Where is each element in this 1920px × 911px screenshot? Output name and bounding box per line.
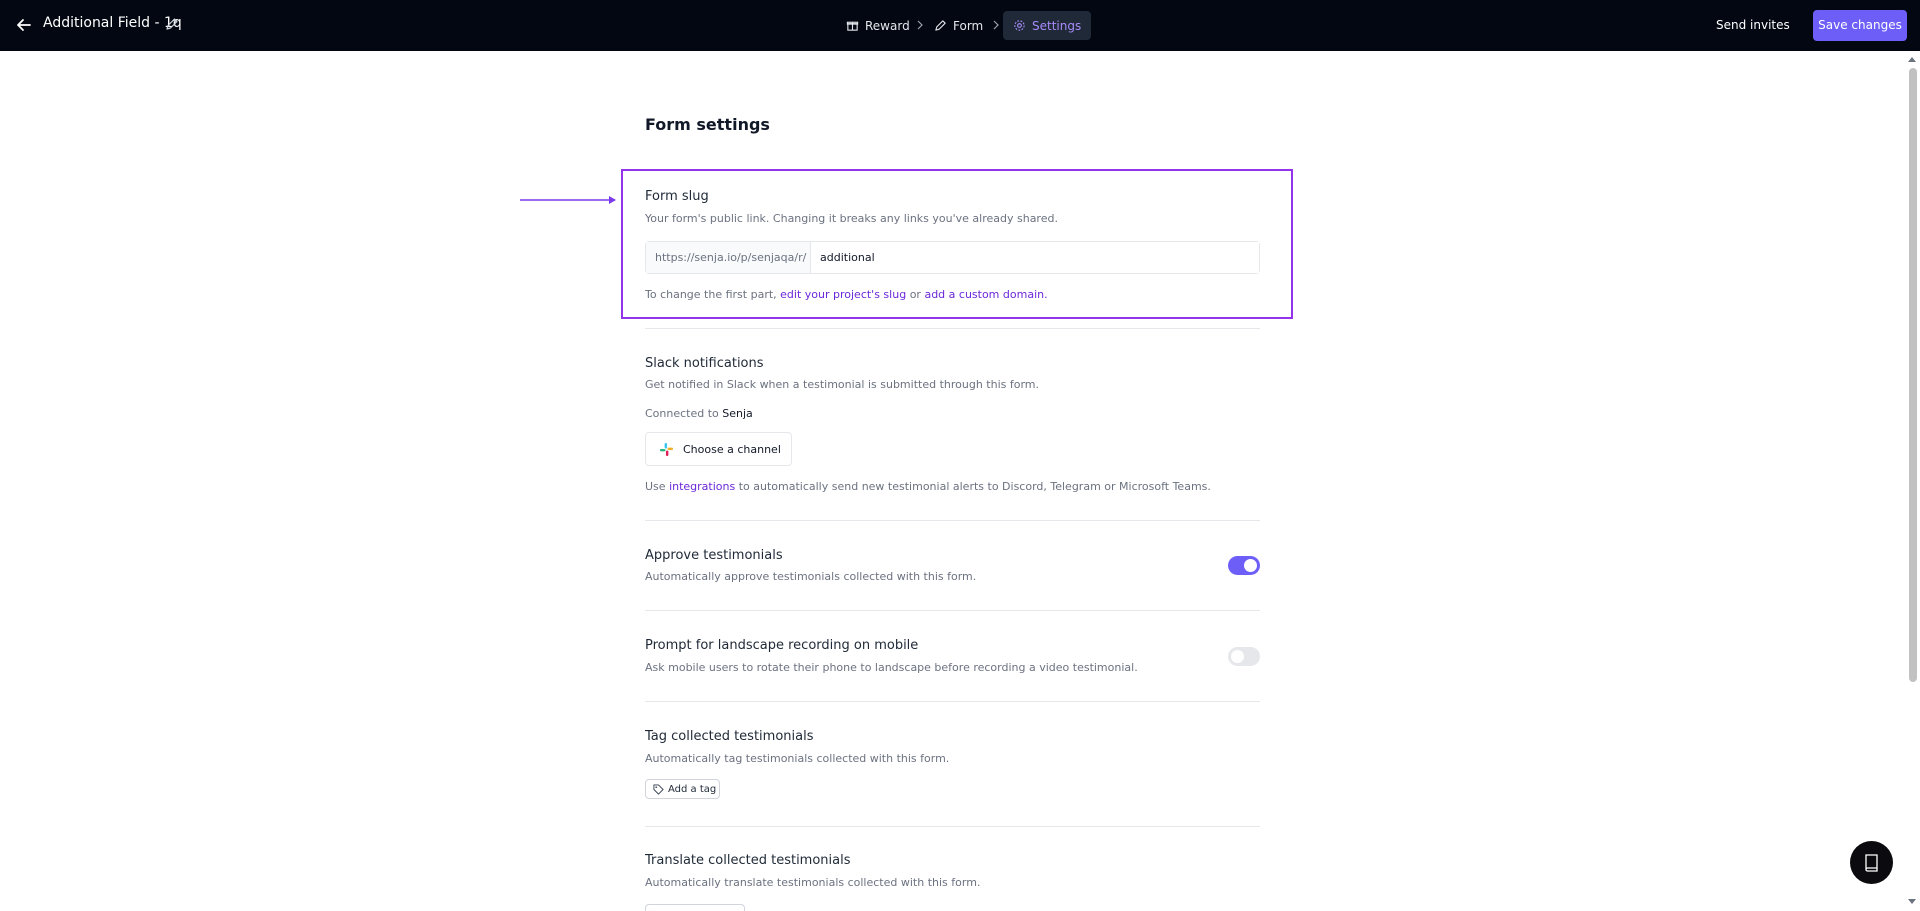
step-settings[interactable]: Settings [1003,11,1092,40]
form-title: Additional Field - 1q [43,15,182,31]
connected-workspace: Senja [722,407,753,420]
landscape-toggle[interactable] [1228,647,1260,666]
step-settings-label: Settings [1032,18,1082,33]
send-invites-button[interactable]: Send invites [1716,14,1790,36]
gift-icon [846,21,859,31]
pencil-icon[interactable] [165,17,179,31]
toggle-knob [1244,559,1257,572]
landscape-description: Ask mobile users to rotate their phone t… [645,661,1138,674]
divider [645,610,1260,611]
toggle-knob [1231,650,1244,663]
landscape-title: Prompt for landscape recording on mobile [645,638,919,653]
scrollbar-thumb[interactable] [1909,68,1917,682]
gear-icon [1014,20,1025,31]
tag-title: Tag collected testimonials [645,729,814,744]
translate-title: Translate collected testimonials [645,853,851,868]
slack-description: Get notified in Slack when a testimonial… [645,378,1039,391]
divider [645,520,1260,521]
approve-title: Approve testimonials [645,548,783,563]
step-reward[interactable]: Reward [836,11,920,40]
connected-prefix: Connected to [645,407,719,420]
approve-description: Automatically approve testimonials colle… [645,570,977,583]
edit-project-slug-link[interactable]: edit your project's slug [780,288,906,301]
form-slug-description: Your form's public link. Changing it bre… [645,212,1058,225]
slack-title: Slack notifications [645,356,764,371]
book-icon [1865,854,1878,872]
pointer-arrow-icon [520,196,616,204]
slug-help-text: To change the first part, edit your proj… [645,288,1048,301]
top-bar: Additional Field - 1q Reward Form Settin… [0,0,1920,51]
slack-connected-text: Connected to Senja [645,407,753,420]
slug-help-prefix: To change the first part, [645,288,777,301]
tag-icon [653,783,664,795]
slug-prefix: https://senja.io/p/senjaqa/r/ [646,242,811,273]
tag-description: Automatically tag testimonials collected… [645,752,950,765]
add-language-button[interactable] [645,904,745,911]
integrations-text: Use integrations to automatically send n… [645,480,1211,493]
add-tag-label: Add a tag [668,783,717,795]
divider [645,328,1260,329]
chevron-right-icon [993,20,999,30]
add-custom-domain-link[interactable]: add a custom domain. [924,288,1047,301]
translate-description: Automatically translate testimonials col… [645,876,981,889]
step-form-label: Form [953,18,984,33]
back-arrow-icon[interactable] [14,15,34,35]
integrations-prefix: Use [645,480,666,493]
slug-input[interactable] [811,242,1259,273]
add-tag-button[interactable]: Add a tag [645,779,720,799]
choose-channel-button[interactable]: Choose a channel [645,432,792,466]
slack-icon [659,442,674,456]
choose-channel-label: Choose a channel [683,442,781,456]
step-reward-label: Reward [865,18,910,33]
scroll-up-arrow-icon[interactable] [1907,54,1917,64]
approve-toggle[interactable] [1228,556,1260,575]
help-chat-button[interactable] [1850,841,1893,884]
scroll-down-arrow-icon[interactable] [1907,897,1917,907]
form-slug-input-group: https://senja.io/p/senjaqa/r/ [645,241,1260,274]
step-form[interactable]: Form [924,11,993,40]
integrations-suffix: to automatically send new testimonial al… [738,480,1211,493]
form-slug-title: Form slug [645,189,709,204]
divider [645,826,1260,827]
divider [645,701,1260,702]
integrations-link[interactable]: integrations [669,480,735,493]
page-title: Form settings [645,115,770,134]
save-changes-button[interactable]: Save changes [1813,10,1907,41]
pen-icon [935,20,946,31]
slug-help-or: or [909,288,921,301]
